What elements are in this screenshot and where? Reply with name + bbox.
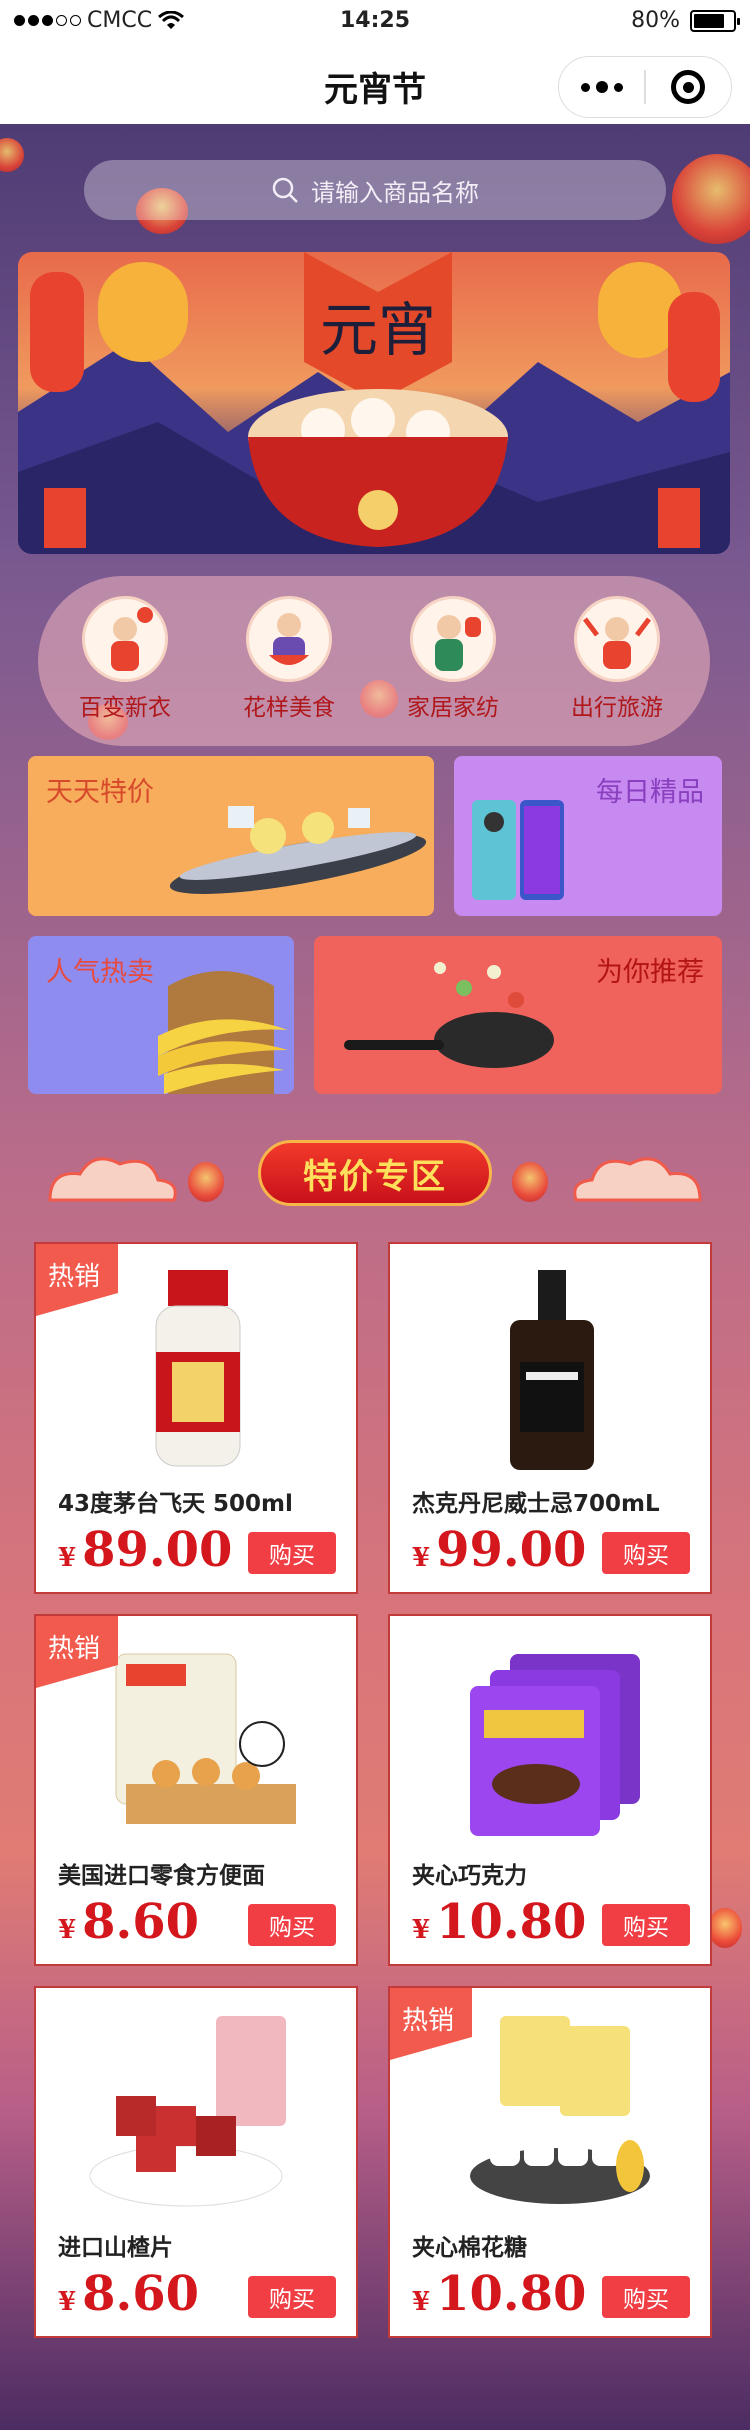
banner-calligraphy: 元宵 (320, 296, 436, 364)
buy-button[interactable]: 购买 (602, 2276, 690, 2318)
hawthorn-slice-image (89, 2016, 286, 2207)
kid-with-food-bowl-icon (246, 596, 332, 682)
buy-button[interactable]: 购买 (602, 1904, 690, 1946)
target-icon (671, 70, 706, 104)
main-content: 请输入商品名称 元宵 百变新衣 花样美食 家居家纺 出行旅游 天天特价 每日精品… (0, 124, 750, 2430)
category-item-home[interactable]: 家居家纺 (388, 596, 518, 722)
cloud-decoration-icon (573, 1157, 702, 1202)
search-placeholder: 请输入商品名称 (311, 178, 479, 207)
product-price: ¥8.60 (58, 2266, 199, 2322)
close-miniprogram-button[interactable] (646, 57, 731, 117)
moutai-bottle-image (155, 1270, 241, 1467)
category-label: 家居家纺 (407, 695, 499, 721)
product-name: 杰克丹尼威士忌700mL (412, 1491, 660, 1517)
kid-celebrating-icon (574, 596, 660, 682)
status-bar: CMCC 14:25 80% (0, 0, 750, 44)
product-name: 夹心棉花糖 (412, 2235, 527, 2261)
category-item-travel[interactable]: 出行旅游 (552, 596, 682, 722)
search-icon (272, 177, 298, 203)
product-card[interactable]: 热销 43度茅台飞天 500ml ¥89.00 购买 (34, 1242, 358, 1594)
product-price: ¥8.60 (58, 1894, 199, 1950)
section-title: 特价专区 (258, 1140, 492, 1206)
instant-noodle-image (115, 1653, 296, 1824)
wok-image (344, 962, 554, 1068)
category-nav: 百变新衣 花样美食 家居家纺 出行旅游 (38, 576, 710, 746)
product-price: ¥10.80 (412, 1894, 587, 1950)
whiskey-bottle-image (510, 1270, 594, 1470)
buy-button[interactable]: 购买 (248, 1904, 336, 1946)
battery-percent: 80% (631, 8, 680, 33)
promo-daily-deals[interactable]: 天天特价 (28, 756, 434, 916)
festival-banner[interactable]: 元宵 (18, 252, 730, 554)
product-name: 美国进口零食方便面 (58, 1863, 265, 1889)
cloud-decoration-icon (48, 1157, 177, 1202)
promo-title: 人气热卖 (46, 957, 154, 988)
product-card[interactable]: 热销 美国进口零食方便面 ¥8.60 购买 (34, 1614, 358, 1966)
product-name: 43度茅台飞天 500ml (58, 1491, 293, 1517)
lantern-decoration (188, 1162, 224, 1202)
category-item-clothing[interactable]: 百变新衣 (60, 596, 190, 722)
promo-popular[interactable]: 人气热卖 (28, 936, 294, 1094)
promo-title: 天天特价 (46, 777, 154, 808)
search-bar[interactable]: 请输入商品名称 (84, 160, 666, 220)
battery-group: 80% (631, 8, 740, 33)
product-name: 进口山楂片 (58, 2235, 173, 2261)
phone-image (472, 800, 564, 900)
promo-recommended[interactable]: 为你推荐 (314, 936, 722, 1094)
special-offer-header: 特价专区 (0, 1132, 750, 1212)
more-button[interactable] (559, 57, 644, 117)
category-label: 百变新衣 (79, 695, 171, 721)
product-price: ¥89.00 (58, 1522, 233, 1578)
promo-title: 每日精品 (596, 777, 704, 808)
product-card[interactable]: 进口山楂片 ¥8.60 购买 (34, 1986, 358, 2338)
promo-title: 为你推荐 (596, 957, 704, 988)
buy-button[interactable]: 购买 (248, 1532, 336, 1574)
buy-button[interactable]: 购买 (248, 2276, 336, 2318)
banner-illustration: 元宵 (18, 252, 730, 554)
more-dot-icon (613, 82, 623, 92)
product-price: ¥99.00 (412, 1522, 587, 1578)
product-card[interactable]: 杰克丹尼威士忌700mL ¥99.00 购买 (388, 1242, 712, 1594)
lantern-decoration (0, 138, 24, 172)
lantern-decoration (512, 1162, 548, 1202)
marshmallow-image (470, 2016, 650, 2204)
miniprogram-capsule (558, 56, 732, 118)
product-card[interactable]: 热销 夹心棉花糖 ¥10.80 购买 (388, 1986, 712, 2338)
battery-icon (690, 9, 740, 32)
kid-with-lantern-icon (410, 596, 496, 682)
category-label: 出行旅游 (571, 695, 663, 721)
banana-image (158, 971, 288, 1094)
navigation-bar: 元宵节 (0, 44, 750, 124)
product-price: ¥10.80 (412, 2266, 587, 2322)
lantern-decoration (708, 1908, 742, 1948)
category-label: 花样美食 (243, 695, 335, 721)
promo-daily-picks[interactable]: 每日精品 (454, 756, 722, 916)
more-dot-icon (595, 81, 608, 93)
more-dot-icon (580, 82, 590, 92)
category-item-food[interactable]: 花样美食 (224, 596, 354, 722)
lantern-decoration (672, 154, 750, 244)
kid-with-balloon-icon (82, 596, 168, 682)
buy-button[interactable]: 购买 (602, 1532, 690, 1574)
product-card[interactable]: 夹心巧克力 ¥10.80 购买 (388, 1614, 712, 1966)
fish-image (169, 806, 427, 894)
chocolate-bag-image (470, 1654, 640, 1836)
product-name: 夹心巧克力 (412, 1863, 527, 1889)
